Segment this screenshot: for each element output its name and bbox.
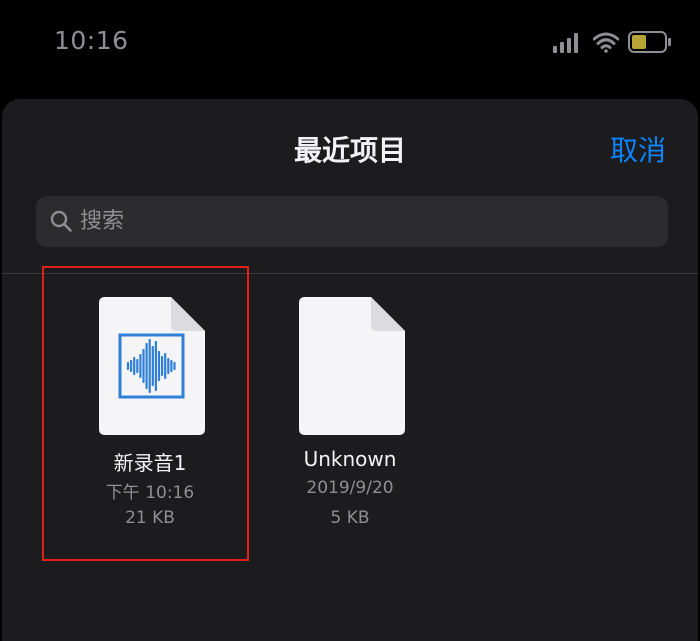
file-picker-sheet: 最近项目 取消 新录音1 下午 10:16 21 KB: [2, 99, 698, 641]
divider: [2, 273, 698, 274]
sheet-title: 最近项目: [293, 134, 406, 167]
file-size: 5 KB: [330, 508, 370, 528]
search-input[interactable]: [80, 196, 650, 247]
audio-waveform-icon: [99, 297, 205, 435]
file-item-recording[interactable]: 新录音1 下午 10:16 21 KB: [50, 297, 250, 537]
file-name: Unknown: [303, 447, 397, 471]
search-icon: [50, 210, 72, 232]
file-date: 2019/9/20: [306, 478, 394, 498]
file-name: 新录音1: [113, 451, 187, 475]
file-date: 下午 10:16: [105, 483, 195, 503]
blank-document-icon: [299, 297, 405, 435]
status-time: 10:16: [54, 26, 129, 55]
cellular-signal-icon: [553, 33, 578, 53]
file-item-unknown[interactable]: Unknown 2019/9/20 5 KB: [250, 297, 450, 537]
battery-icon: [628, 31, 671, 53]
screen: 10:16 最近项目 取消 搜索 新录音1 下午 10:16 21 KB Unk…: [0, 0, 700, 641]
search-bar[interactable]: [36, 196, 668, 247]
status-bar: 10:16: [0, 0, 700, 90]
cancel-button[interactable]: 取消: [610, 129, 666, 169]
wifi-icon: [593, 32, 619, 53]
file-size: 21 KB: [125, 508, 175, 528]
